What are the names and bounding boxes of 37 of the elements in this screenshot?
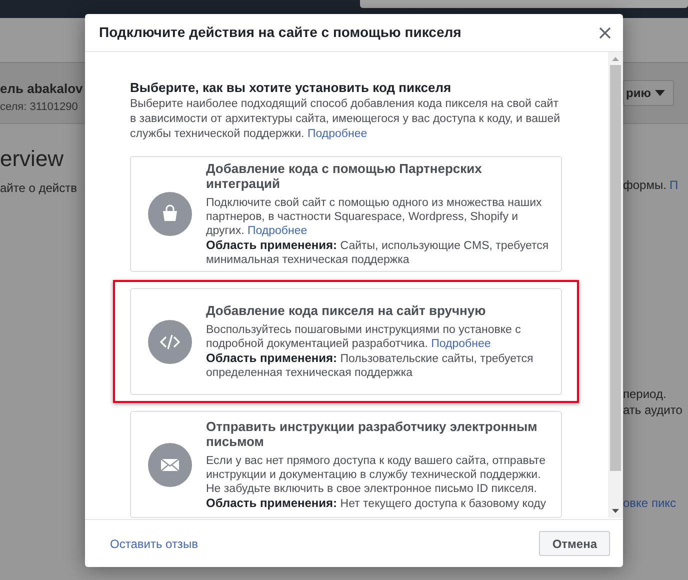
envelope-icon: [148, 442, 192, 486]
page-title: ель abakalov: [0, 80, 84, 98]
page-link[interactable]: П: [669, 176, 678, 194]
code-icon: [148, 320, 192, 364]
learn-more-link[interactable]: Подробнее: [431, 338, 491, 350]
section-heading: Выберите, как вы хотите установить код пикселя: [130, 80, 452, 96]
intro-text: Выберите наиболее подходящий способ добавления кода пикселя на свой сайт в зависимости от архитектуры сайта, имеющегося у вас доступа к коду, и вашей службы технической поддержки. Подробнее: [130, 97, 562, 142]
option-scope: Область применения: Нет текущего доступа к базовому коду: [206, 496, 548, 510]
pixel-id: селя: 31101290: [0, 100, 79, 114]
learn-more-link[interactable]: Подробнее: [248, 225, 308, 237]
page-text: айте о действ: [0, 180, 78, 197]
option-card[interactable]: [130, 411, 562, 518]
overview-heading: erview: [0, 145, 65, 173]
option-scope: Область применения: Пользовательские сайты, требуется определенная техническая поддержка: [206, 351, 534, 380]
option-description: Если у вас нет прямого доступа к коду вашего сайта, отправьте инструкции и документацию в службу технической поддержки. Не забудьте включить в свое электронное письмо ID пикселя.: [206, 454, 546, 496]
page-link[interactable]: овке пикс: [623, 494, 676, 512]
page-text: ать аудито: [623, 402, 682, 418]
page-text: период.: [623, 386, 666, 402]
option-description: Подключите свой сайт с помощью одного из множества наших партнеров, в частности Squarespace, Wordpress, Shopify и других. Подробнее: [206, 196, 543, 238]
cancel-button[interactable]: Отмена: [539, 531, 610, 556]
option-title: Добавление кода пикселя на сайт вручную: [206, 303, 487, 318]
option-card[interactable]: [130, 288, 562, 395]
dialog-title: Подключите действия на сайте с помощью пикселя: [99, 23, 462, 42]
feedback-link[interactable]: Оставить отзыв: [110, 534, 198, 552]
scrollbar[interactable]: [608, 52, 623, 518]
search-field[interactable]: [360, 0, 688, 8]
dropdown-button[interactable]: рию: [623, 80, 674, 106]
learn-more-link[interactable]: Подробнее: [307, 128, 368, 140]
option-title: Отправить инструкции разработчику электронным письмом: [206, 418, 538, 448]
close-icon[interactable]: [599, 26, 611, 38]
page-text: формы.: [623, 177, 666, 194]
option-card[interactable]: [130, 156, 562, 272]
shopping-bag-icon: [148, 192, 192, 236]
caret-icon: [654, 90, 665, 96]
option-description: Воспользуйтесь пошаговыми инструкциями по установке с подробной документацией разработчика. Подробнее: [206, 323, 522, 351]
option-scope: Область применения: Сайты, использующие CMS, требуется минимальная техническая поддержка: [206, 238, 550, 267]
option-title: Добавление кода с помощью Партнерских интеграций: [206, 161, 483, 191]
